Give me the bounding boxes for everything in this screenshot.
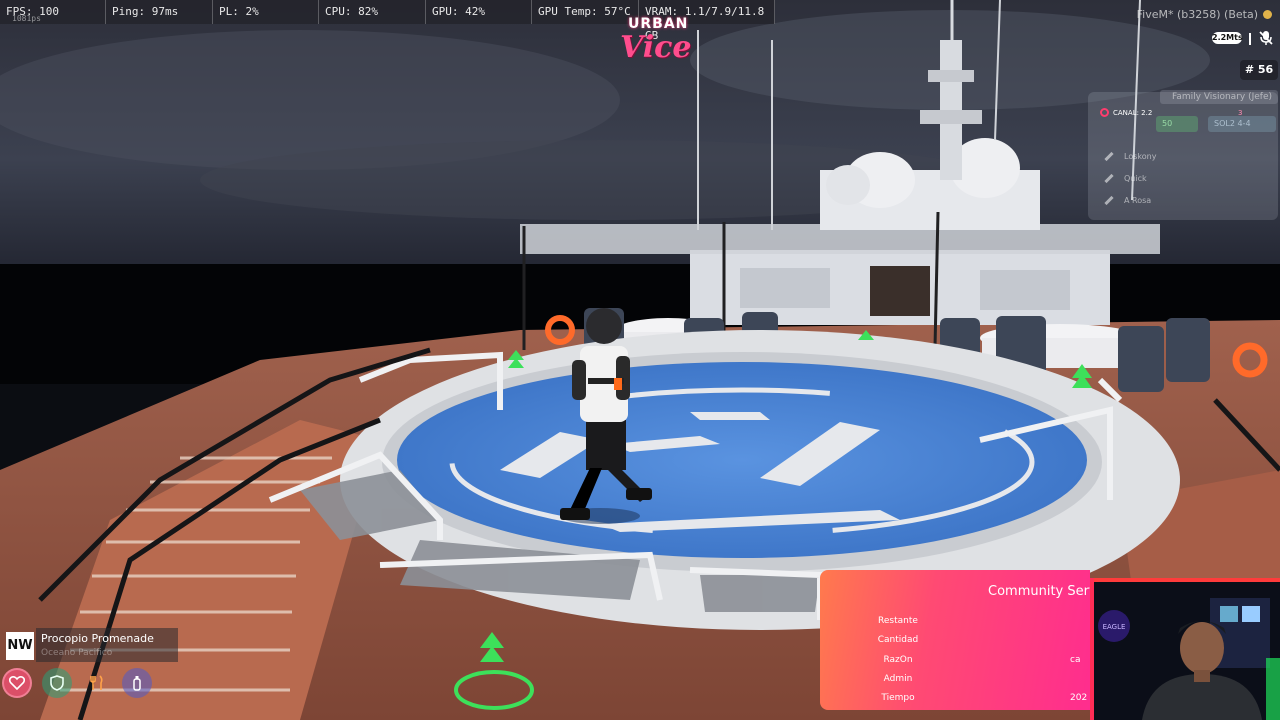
radio-channel-label: CANAL: 2.2 xyxy=(1113,108,1153,117)
cs-row-label: Restante xyxy=(878,616,918,626)
server-logo: URBAN Vice xyxy=(614,16,698,70)
stat-cell: GPU: 42% xyxy=(426,0,532,24)
shield-icon xyxy=(42,668,72,698)
radio-member: Quick xyxy=(1104,173,1147,184)
location-street: Procopio Promenade xyxy=(41,632,154,645)
cs-row-label: Admin xyxy=(883,674,913,684)
webcam-overlay: EAGLE xyxy=(1090,578,1280,720)
pencil-icon xyxy=(1104,173,1114,184)
radio-broadcast-icon xyxy=(1100,108,1109,117)
stat-cell: CPU: 82% xyxy=(319,0,426,24)
resolution-label: 1081ps xyxy=(12,14,41,23)
client-title: FiveM* (b3258) (Beta) xyxy=(1136,8,1258,21)
voice-level-bar xyxy=(1249,33,1251,45)
cs-row-label: Tiempo xyxy=(881,693,915,703)
cs-row-label: Cantidad xyxy=(877,635,919,645)
radio-channel: CANAL: 2.2 xyxy=(1100,108,1152,117)
location-area: Oceano Pacifico xyxy=(41,648,113,658)
radio-chip-label: SOL2 4-4 xyxy=(1208,116,1276,132)
radio-member: A Rosa xyxy=(1104,195,1151,206)
community-service-panel: Community Service Restante Cantidad RazO… xyxy=(820,570,1090,710)
status-hud xyxy=(0,668,160,700)
cs-row-value: 202 xyxy=(1070,693,1088,703)
webcam-sign-text: EAGLE xyxy=(1103,623,1126,631)
player-id-badge: # 56 xyxy=(1240,60,1278,80)
cs-row-value: ca xyxy=(1070,655,1081,665)
mic-muted-icon xyxy=(1258,30,1274,46)
radio-family-label: Family Visionary (Jefe) xyxy=(1160,90,1278,104)
radio-chip-count: 50 xyxy=(1156,116,1198,132)
heart-icon xyxy=(2,668,32,698)
radio-member: Loskony xyxy=(1104,151,1156,162)
voice-range-pill: 2.2Mts xyxy=(1212,32,1243,44)
logo-main-text: Vice xyxy=(620,30,692,65)
water-bottle-icon xyxy=(122,668,152,698)
compass-direction: NW xyxy=(6,632,34,660)
client-status-dot xyxy=(1263,10,1272,19)
stat-cell: Ping: 97ms xyxy=(106,0,213,24)
pencil-icon xyxy=(1104,195,1114,206)
community-service-title: Community Service xyxy=(988,584,1090,599)
cs-row-label: RazOn xyxy=(883,655,913,665)
food-icon xyxy=(82,668,112,698)
pencil-icon xyxy=(1104,151,1114,162)
stat-cell: PL: 2% xyxy=(213,0,319,24)
